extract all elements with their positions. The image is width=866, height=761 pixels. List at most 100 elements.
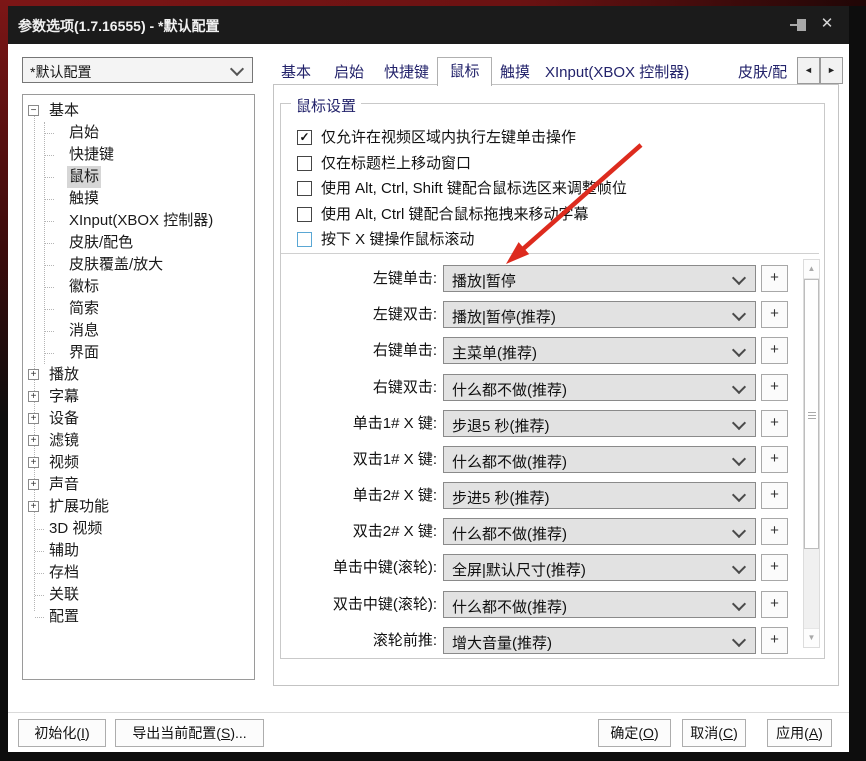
tab-scroll-left-icon[interactable]: ◄: [797, 57, 820, 84]
add-action-button[interactable]: +: [761, 337, 788, 364]
settings-tree: − 基本 启始 快捷键 鼠标 触摸 XInput(XBOX 控制器) 皮肤/配色 …: [22, 94, 255, 680]
expand-icon[interactable]: +: [28, 391, 39, 402]
dropdown-right-click[interactable]: 主菜单(推荐): [443, 337, 756, 364]
groupbox-title: 鼠标设置: [291, 95, 362, 116]
add-action-button[interactable]: +: [761, 591, 788, 618]
add-action-button[interactable]: +: [761, 482, 788, 509]
close-icon[interactable]: ✕: [817, 14, 837, 34]
tree-item-index[interactable]: 简索: [23, 298, 253, 320]
tree-item-skin-overlay[interactable]: 皮肤覆盖/放大: [23, 254, 253, 276]
tree-item-archive[interactable]: 存档: [23, 562, 253, 584]
tree-item-skin-color[interactable]: 皮肤/配色: [23, 232, 253, 254]
tab-mouse[interactable]: 鼠标: [437, 57, 492, 86]
titlebar[interactable]: 参数选项(1.7.16555) - *默认配置 ✕: [8, 6, 849, 44]
window-border-left: [0, 0, 8, 420]
expand-icon[interactable]: +: [28, 369, 39, 380]
add-action-button[interactable]: +: [761, 554, 788, 581]
scrollbar-thumb[interactable]: [804, 279, 819, 549]
scrollbar-track[interactable]: [804, 549, 819, 631]
tree-item-extensions[interactable]: + 扩展功能: [23, 496, 253, 518]
tree-item-ui[interactable]: 界面: [23, 342, 253, 364]
dropdown-x2-dblclick[interactable]: 什么都不做(推荐): [443, 518, 756, 545]
tab-start[interactable]: 启始: [334, 61, 364, 82]
tree-item-playback[interactable]: + 播放: [23, 364, 253, 386]
tab-scroll-right-icon[interactable]: ►: [820, 57, 843, 84]
dropdown-left-click[interactable]: 播放|暂停: [443, 265, 756, 292]
expand-icon[interactable]: +: [28, 479, 39, 490]
dropdown-x2-click[interactable]: 步进5 秒(推荐): [443, 482, 756, 509]
tab-hotkeys[interactable]: 快捷键: [384, 61, 429, 82]
scrollbar-grip: [808, 412, 816, 419]
chevron-down-icon: [731, 487, 747, 503]
tree-item-logo[interactable]: 徽标: [23, 276, 253, 298]
add-action-button[interactable]: +: [761, 265, 788, 292]
add-action-button[interactable]: +: [761, 446, 788, 473]
collapse-icon[interactable]: −: [28, 105, 39, 116]
tree-item-devices[interactable]: + 设备: [23, 408, 253, 430]
tree-item-audio[interactable]: + 声音: [23, 474, 253, 496]
row-label-right-click: 右键单击:: [372, 342, 437, 359]
dropdown-middle-click[interactable]: 全屏|默认尺寸(推荐): [443, 554, 756, 581]
add-action-button[interactable]: +: [761, 301, 788, 328]
tree-item-config[interactable]: 配置: [23, 606, 253, 628]
tab-basic[interactable]: 基本: [281, 61, 311, 82]
ok-button[interactable]: 确定(O): [598, 719, 671, 747]
tab-xinput[interactable]: XInput(XBOX 控制器): [545, 61, 689, 82]
cancel-button[interactable]: 取消(C): [682, 719, 746, 747]
apply-button[interactable]: 应用(A): [767, 719, 832, 747]
expand-icon[interactable]: +: [28, 457, 39, 468]
tree-item-3d-video[interactable]: 3D 视频: [23, 518, 253, 540]
tree-item-touch[interactable]: 触摸: [23, 188, 253, 210]
checkbox[interactable]: [297, 232, 312, 247]
pin-icon[interactable]: [789, 17, 809, 33]
initialize-button[interactable]: 初始化(I): [18, 719, 106, 747]
add-action-button[interactable]: +: [761, 374, 788, 401]
window-title: 参数选项(1.7.16555) - *默认配置: [18, 18, 220, 34]
tab-skin[interactable]: 皮肤/配: [738, 61, 797, 82]
dropdown-right-dblclick[interactable]: 什么都不做(推荐): [443, 374, 756, 401]
expand-icon[interactable]: +: [28, 435, 39, 446]
tab-touch[interactable]: 触摸: [500, 61, 530, 82]
dropdown-x1-dblclick[interactable]: 什么都不做(推荐): [443, 446, 756, 473]
tree-item-assist[interactable]: 辅助: [23, 540, 253, 562]
export-config-button[interactable]: 导出当前配置(S)...: [115, 719, 264, 747]
row-label-left-click: 左键单击:: [372, 270, 437, 287]
tree-item-messages[interactable]: 消息: [23, 320, 253, 342]
checkbox[interactable]: [297, 156, 312, 171]
add-action-button[interactable]: +: [761, 518, 788, 545]
dropdown-wheel-up[interactable]: 增大音量(推荐): [443, 627, 756, 654]
scroll-up-icon[interactable]: ▲: [804, 260, 819, 279]
row-label-middle-dblclick: 双击中键(滚轮):: [332, 596, 437, 613]
checkbox[interactable]: [297, 181, 312, 196]
tree-item-filters[interactable]: + 滤镜: [23, 430, 253, 452]
vertical-scrollbar[interactable]: ▲ ▼: [803, 259, 820, 648]
expand-icon[interactable]: +: [28, 413, 39, 424]
row-label-x1-click: 单击1# X 键:: [352, 415, 437, 432]
scroll-down-icon[interactable]: ▼: [804, 628, 819, 647]
dropdown-left-dblclick[interactable]: 播放|暂停(推荐): [443, 301, 756, 328]
add-action-button[interactable]: +: [761, 627, 788, 654]
add-action-button[interactable]: +: [761, 410, 788, 437]
checkbox[interactable]: ✓: [297, 130, 312, 145]
tree-item-association[interactable]: 关联: [23, 584, 253, 606]
section-divider: [281, 253, 819, 254]
tree-item-video[interactable]: + 视频: [23, 452, 253, 474]
tree-item-hotkeys[interactable]: 快捷键: [23, 144, 253, 166]
tree-item-xinput[interactable]: XInput(XBOX 控制器): [23, 210, 253, 232]
expand-icon[interactable]: +: [28, 501, 39, 512]
chevron-down-icon: [731, 523, 747, 539]
chevron-down-icon: [731, 415, 747, 431]
checkbox[interactable]: [297, 207, 312, 222]
chevron-down-icon: [731, 342, 747, 358]
tree-item-start[interactable]: 启始: [23, 122, 253, 144]
chevron-down-icon: [731, 632, 747, 648]
tree-item-basic[interactable]: − 基本: [23, 100, 253, 122]
profile-combobox[interactable]: *默认配置: [22, 57, 253, 83]
row-label-wheel-up: 滚轮前推:: [372, 632, 437, 649]
row-label-x2-click: 单击2# X 键:: [352, 487, 437, 504]
dropdown-x1-click[interactable]: 步退5 秒(推荐): [443, 410, 756, 437]
tree-item-subtitles[interactable]: + 字幕: [23, 386, 253, 408]
tree-item-mouse[interactable]: 鼠标: [23, 166, 253, 188]
dropdown-middle-dblclick[interactable]: 什么都不做(推荐): [443, 591, 756, 618]
chevron-down-icon: [731, 451, 747, 467]
